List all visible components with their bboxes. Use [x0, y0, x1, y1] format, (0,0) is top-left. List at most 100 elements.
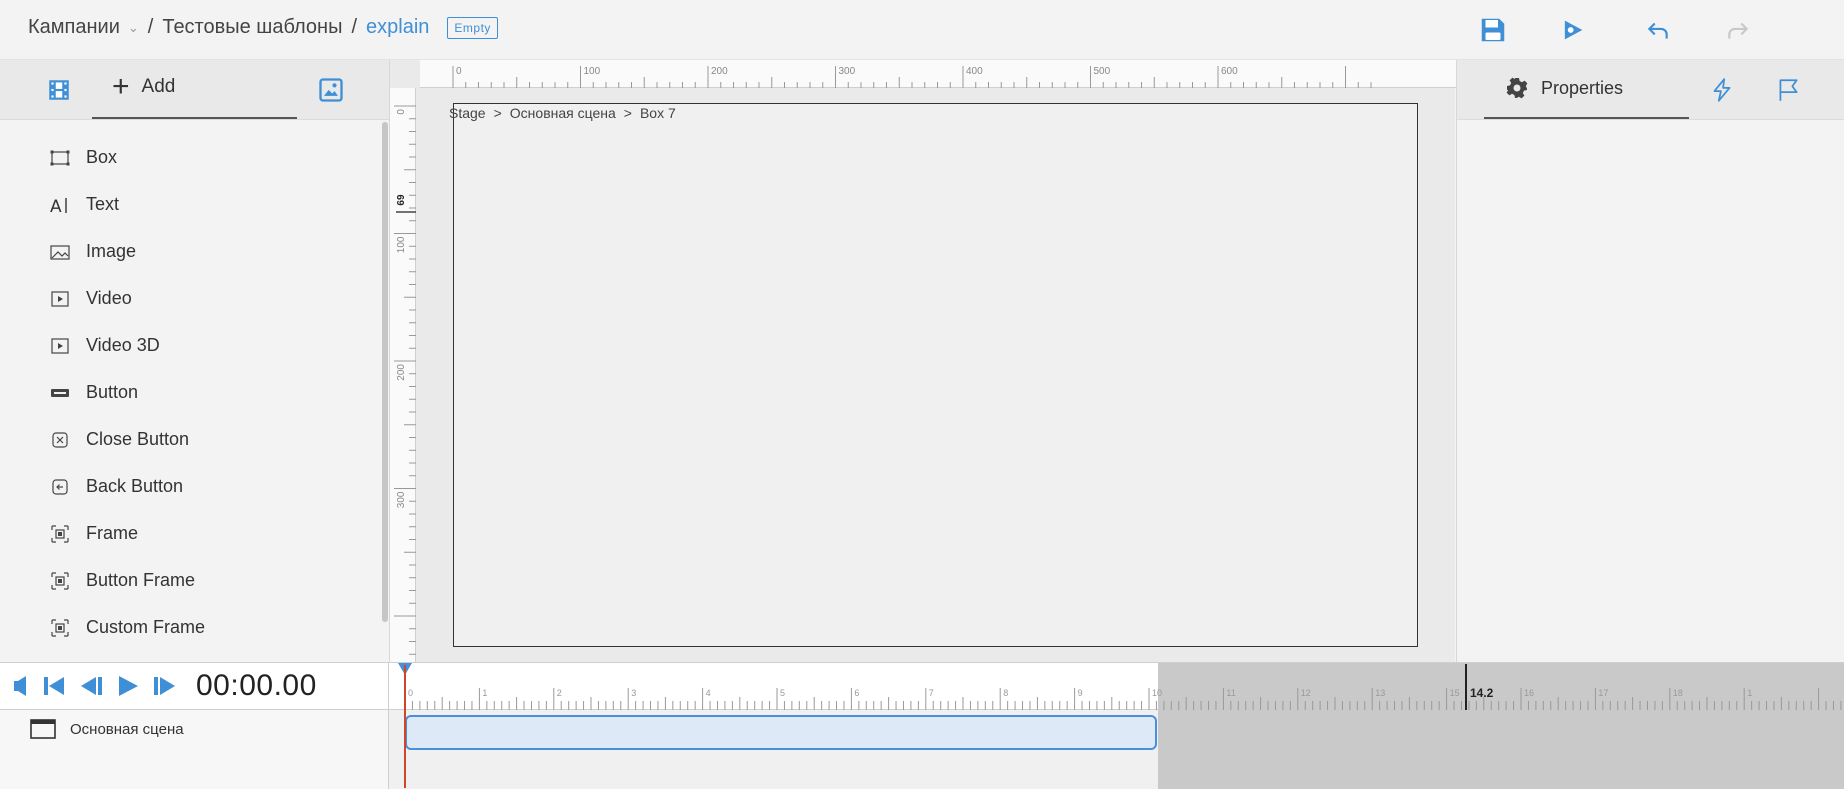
- plus-icon: +: [112, 70, 130, 103]
- properties-tab-label: Properties: [1541, 77, 1624, 98]
- stage-path-element[interactable]: Box 7: [640, 105, 676, 121]
- text-icon: A: [48, 193, 72, 217]
- element-label: Frame: [86, 523, 139, 543]
- element-label: Text: [86, 194, 120, 214]
- element-item-close-button[interactable]: Close Button: [0, 416, 381, 463]
- top-bar: Кампании ⌄ / Тестовые шаблоны / explain …: [0, 0, 1844, 60]
- scene-layer-row[interactable]: Основная сцена: [30, 718, 184, 740]
- frame-icon: [48, 522, 72, 546]
- chevron-down-icon[interactable]: ⌄: [128, 20, 139, 36]
- timeline-ruler-label: 1: [482, 688, 487, 698]
- element-item-image[interactable]: Image: [0, 228, 381, 275]
- ruler-corner: [390, 60, 420, 88]
- timeline-ruler-label: 17: [1598, 688, 1608, 698]
- ruler-label: 400: [966, 66, 983, 77]
- timeline: 00:00.00 0 1 2 3 4 5 6 7 8 9 10 11 12 13 15 16 17 18 1 Осн…: [0, 662, 1844, 789]
- scene-clip[interactable]: [405, 715, 1157, 750]
- stage-canvas[interactable]: [453, 103, 1418, 647]
- save-icon[interactable]: [1477, 14, 1509, 46]
- image-library-icon[interactable]: [317, 76, 345, 109]
- ruler-position-marker: 69: [396, 194, 407, 206]
- timeline-time-display: 00:00.00: [196, 669, 317, 702]
- video-icon: [48, 287, 72, 311]
- timeline-ruler-label: 11: [1226, 688, 1235, 698]
- lightning-icon[interactable]: [1709, 76, 1735, 109]
- timeline-ruler-label: 0: [408, 688, 413, 698]
- element-item-back-button[interactable]: Back Button: [0, 463, 381, 510]
- left-panel: + Add Box A Text Image Video Video 3D Bu…: [0, 60, 389, 662]
- step-back-icon[interactable]: [78, 675, 104, 697]
- filmstrip-icon[interactable]: [46, 77, 72, 108]
- element-item-video[interactable]: Video: [0, 275, 381, 322]
- breadcrumb-current[interactable]: explain: [366, 16, 429, 39]
- timeline-end-marker[interactable]: [1465, 664, 1467, 710]
- timeline-ruler-label: 3: [631, 688, 636, 698]
- ruler-label: 300: [839, 66, 856, 77]
- video-icon: [48, 334, 72, 358]
- ruler-label: 100: [584, 66, 601, 77]
- timeline-ruler-label: 12: [1301, 688, 1311, 698]
- active-tab-indicator: [92, 117, 297, 119]
- preview-icon[interactable]: [1557, 14, 1589, 46]
- properties-tab[interactable]: Properties: [1505, 76, 1623, 100]
- ruler-label: 500: [1094, 66, 1111, 77]
- breadcrumb-templates[interactable]: Тестовые шаблоны: [162, 16, 342, 39]
- left-panel-tabs: + Add: [0, 60, 389, 120]
- back-button-icon: [48, 475, 72, 499]
- timeline-ruler-label: 10: [1152, 688, 1162, 698]
- scene-layer-label: Основная сцена: [70, 720, 184, 738]
- close-button-icon: [48, 428, 72, 452]
- playhead[interactable]: [404, 665, 406, 788]
- add-tab[interactable]: + Add: [112, 70, 176, 103]
- ruler-label: 200: [711, 66, 728, 77]
- skip-to-start-icon[interactable]: [42, 675, 66, 697]
- timeline-ruler-label: 13: [1375, 688, 1385, 698]
- element-item-text[interactable]: A Text: [0, 181, 381, 228]
- element-list: Box A Text Image Video Video 3D Button C…: [0, 120, 381, 662]
- horizontal-ruler: 0 100 200 300 400 500 600: [420, 60, 1456, 88]
- element-label: Video: [86, 288, 132, 308]
- breadcrumb-campaigns[interactable]: Кампании: [28, 16, 120, 39]
- go-to-start-marker-icon[interactable]: [12, 675, 30, 697]
- status-badge: Empty: [447, 16, 498, 39]
- flag-icon[interactable]: [1775, 76, 1801, 109]
- timeline-out-of-range: [1158, 710, 1844, 789]
- element-item-video-3d[interactable]: Video 3D: [0, 322, 381, 369]
- canvas-area: 0 100 200 300 400 500 600 0 100 200 300 69 Stage >…: [389, 60, 1456, 662]
- timeline-ruler-label: 9: [1078, 688, 1083, 698]
- play-icon[interactable]: [116, 675, 140, 697]
- step-forward-icon[interactable]: [152, 675, 178, 697]
- frame-icon: [48, 569, 72, 593]
- timeline-ruler[interactable]: 0 1 2 3 4 5 6 7 8 9 10 11 12 13 15 16 17 18 1: [389, 663, 1844, 710]
- ruler-label: 300: [396, 491, 407, 508]
- stage-breadcrumb: Stage > Основная сцена > Box 7: [449, 105, 676, 121]
- stage-path-separator: >: [493, 105, 502, 121]
- timeline-ruler-label: 2: [557, 688, 562, 698]
- element-item-button[interactable]: Button: [0, 369, 381, 416]
- timeline-layers: Основная сцена: [0, 710, 389, 789]
- element-item-frame[interactable]: Frame: [0, 510, 381, 557]
- gear-icon: [1505, 76, 1529, 100]
- element-item-custom-frame[interactable]: Custom Frame: [0, 604, 381, 651]
- timeline-ruler-label: 15: [1450, 688, 1460, 698]
- timeline-ruler-label: 8: [1003, 688, 1008, 698]
- element-item-button-frame[interactable]: Button Frame: [0, 557, 381, 604]
- stage-path-scene[interactable]: Основная сцена: [510, 105, 616, 121]
- ruler-label: 200: [396, 364, 407, 381]
- breadcrumb-separator: /: [147, 16, 154, 38]
- undo-icon[interactable]: [1642, 14, 1674, 46]
- timeline-tracks: [389, 710, 1844, 789]
- ruler-label: 600: [1221, 66, 1238, 77]
- svg-text:A: A: [50, 197, 62, 216]
- timeline-ruler-label: 18: [1673, 688, 1683, 698]
- add-tab-label: Add: [141, 76, 176, 97]
- element-label: Custom Frame: [86, 617, 206, 637]
- element-list-scrollbar[interactable]: [382, 122, 388, 622]
- frame-icon: [48, 616, 72, 640]
- element-item-box[interactable]: Box: [0, 134, 381, 181]
- right-panel: Properties: [1456, 60, 1844, 662]
- timeline-controls: 00:00.00: [0, 663, 389, 710]
- stage-path-separator: >: [623, 105, 632, 121]
- stage-path-root[interactable]: Stage: [449, 105, 486, 121]
- redo-icon[interactable]: [1722, 14, 1754, 46]
